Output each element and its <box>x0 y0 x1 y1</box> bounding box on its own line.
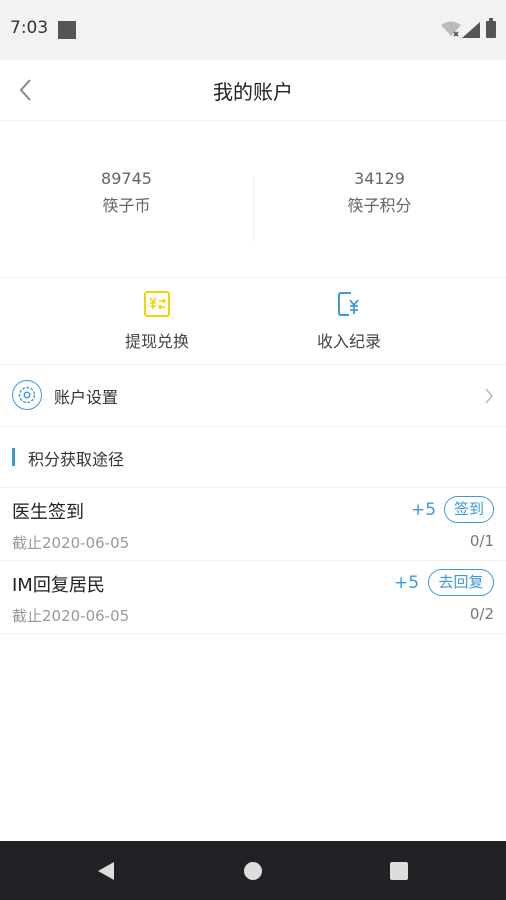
status-bar: 7:03 <box>0 0 506 60</box>
task-deadline: 截止2020-06-05 <box>12 607 130 625</box>
section-header: 积分获取途径 <box>0 427 506 488</box>
wifi-icon <box>441 21 461 37</box>
balance-panel: 89745 筷子币 34129 筷子积分 <box>0 121 506 278</box>
chevron-right-icon <box>485 388 493 404</box>
nav-back-icon[interactable] <box>96 860 116 882</box>
coin-balance-label: 筷子币 <box>102 196 151 215</box>
task-name: IM回复居民 <box>12 575 105 596</box>
income-record-button[interactable]: 收入纪录 <box>279 290 419 352</box>
coin-balance-value: 89745 <box>101 169 152 188</box>
reply-button[interactable]: 去回复 <box>428 569 494 596</box>
points-balance: 34129 筷子积分 <box>253 169 506 216</box>
points-balance-label: 筷子积分 <box>347 196 412 215</box>
task-progress: 0/1 <box>469 532 494 550</box>
gear-icon <box>12 380 42 410</box>
task-points: +5 <box>411 500 437 520</box>
account-settings-label: 账户设置 <box>54 388 119 407</box>
section-accent-bar <box>12 448 15 466</box>
section-title: 积分获取途径 <box>28 450 125 469</box>
coin-balance: 89745 筷子币 <box>0 169 253 216</box>
task-row: IM回复居民 截止2020-06-05 +5 去回复 0/2 <box>0 561 506 634</box>
task-deadline: 截止2020-06-05 <box>12 534 130 552</box>
income-record-label: 收入纪录 <box>316 332 381 351</box>
withdraw-exchange-button[interactable]: 提现兑换 <box>87 290 227 352</box>
status-time: 7:03 <box>10 18 49 38</box>
yuan-exchange-icon <box>144 291 170 317</box>
notification-icon <box>58 21 76 39</box>
sign-in-button[interactable]: 签到 <box>444 496 494 523</box>
system-nav-bar <box>0 841 506 900</box>
task-name: 医生签到 <box>12 502 84 523</box>
actions-row: 提现兑换 收入纪录 <box>0 278 506 365</box>
task-row: 医生签到 截止2020-06-05 +5 签到 0/1 <box>0 488 506 561</box>
income-record-icon <box>338 292 359 316</box>
battery-icon <box>486 18 496 38</box>
account-settings-row[interactable]: 账户设置 <box>0 365 506 427</box>
task-points: +5 <box>394 573 420 593</box>
app-header: 我的账户 <box>0 60 506 121</box>
withdraw-exchange-label: 提现兑换 <box>124 332 189 351</box>
task-progress: 0/2 <box>469 605 494 623</box>
nav-home-icon[interactable] <box>243 861 263 881</box>
signal-icon <box>462 22 480 38</box>
page-title: 我的账户 <box>213 80 293 104</box>
nav-recents-icon[interactable] <box>389 861 409 881</box>
points-balance-value: 34129 <box>354 169 405 188</box>
